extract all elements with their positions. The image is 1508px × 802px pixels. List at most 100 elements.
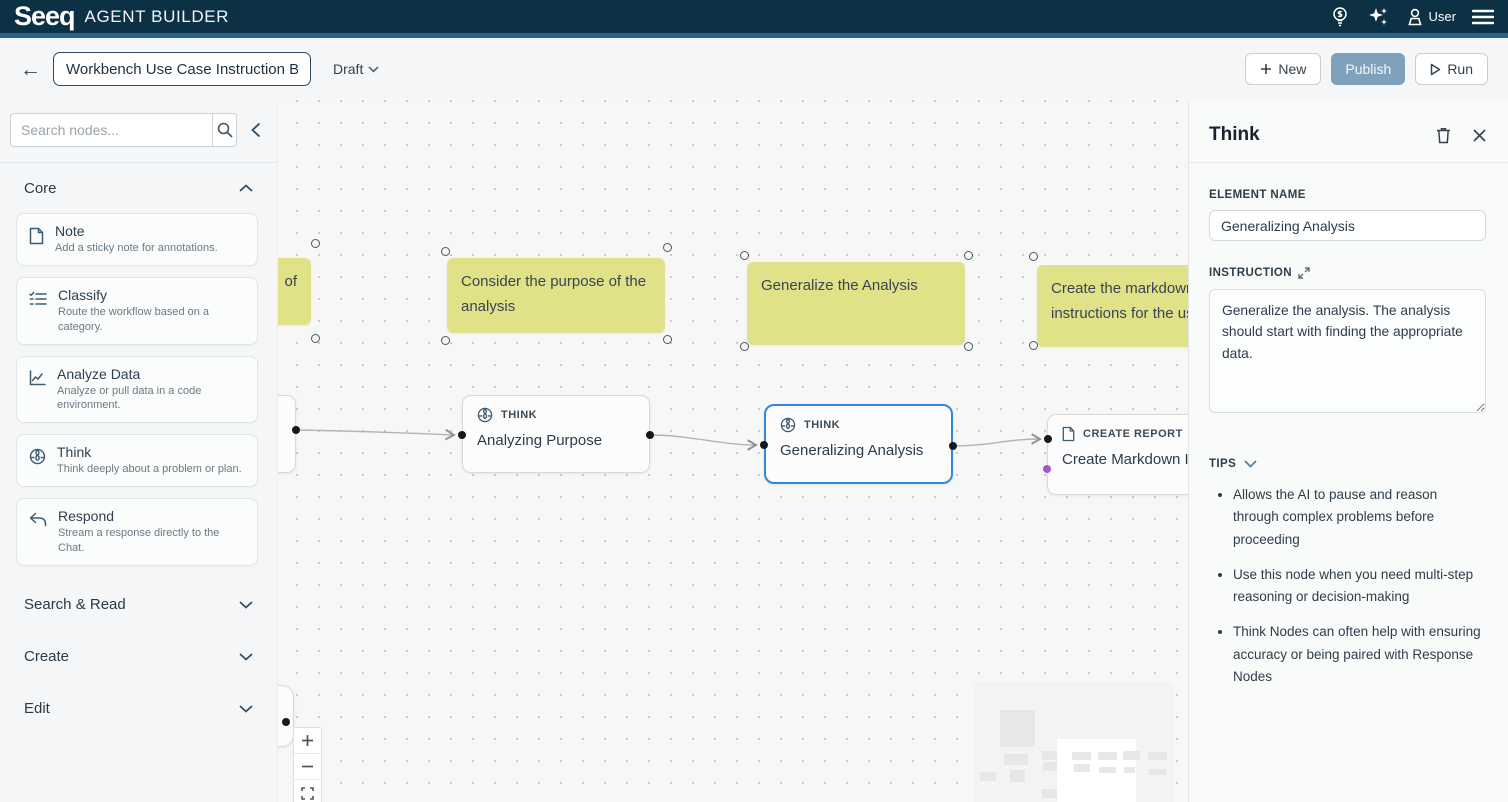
status-dropdown[interactable]: Draft — [333, 61, 379, 77]
close-panel-button[interactable] — [1473, 129, 1486, 142]
sticky-note-consider-purpose[interactable]: Consider the purpose of the analysis — [447, 258, 665, 333]
think-brain-icon — [29, 448, 46, 465]
edge-1 — [296, 430, 454, 435]
flow-node-partial[interactable] — [277, 395, 296, 473]
section-edit[interactable]: Edit — [0, 696, 277, 722]
workflow-name-input[interactable] — [53, 52, 311, 86]
flow-node-analyzing-purpose[interactable]: THINK Analyzing Purpose — [462, 395, 650, 473]
note-resize-handle[interactable] — [441, 247, 450, 256]
section-create[interactable]: Create — [0, 644, 277, 670]
workflow-canvas[interactable]: of Consider the purpose of the analysis … — [277, 100, 1188, 802]
user-label: User — [1429, 9, 1456, 24]
chevron-down-icon — [239, 601, 253, 609]
panel-title: Think — [1209, 124, 1260, 146]
fit-view-button[interactable] — [294, 780, 321, 802]
edge-3 — [953, 439, 1040, 446]
palette-item-note[interactable]: Note Add a sticky note for annotations. — [16, 213, 258, 266]
publish-button[interactable]: Publish — [1331, 53, 1405, 85]
input-port[interactable] — [458, 431, 466, 439]
tips-toggle[interactable]: TIPS — [1209, 458, 1486, 470]
minus-icon — [301, 760, 314, 773]
note-resize-handle[interactable] — [663, 243, 672, 252]
new-button[interactable]: New — [1245, 53, 1321, 85]
section-search-and-read[interactable]: Search & Read — [0, 592, 277, 618]
user-menu[interactable]: User — [1406, 7, 1456, 27]
think-brain-icon — [477, 407, 493, 423]
palette-item-respond[interactable]: Respond Stream a response directly to th… — [16, 498, 258, 566]
output-port[interactable] — [282, 718, 290, 726]
note-resize-handle[interactable] — [1029, 252, 1038, 261]
minimap[interactable] — [973, 682, 1173, 802]
node-properties-panel: Think ELEMENT NAME INSTRUCTION — [1188, 100, 1508, 802]
section-core[interactable]: Core — [0, 175, 277, 201]
note-resize-handle[interactable] — [740, 251, 749, 260]
trash-icon — [1436, 127, 1451, 144]
element-name-label: ELEMENT NAME — [1209, 189, 1486, 201]
instruction-textarea[interactable]: Generalize the analysis. The analysis sh… — [1209, 289, 1486, 413]
element-name-input[interactable] — [1209, 210, 1486, 241]
delete-node-button[interactable] — [1436, 127, 1451, 144]
instruction-label: INSTRUCTION — [1209, 267, 1486, 279]
classify-icon — [29, 291, 47, 307]
node-type-label: CREATE REPORT — [1083, 428, 1183, 440]
sparkles-icon[interactable] — [1366, 5, 1390, 29]
palette-item-analyze-data[interactable]: Analyze Data Analyze or pull data in a c… — [16, 356, 258, 424]
search-button[interactable] — [212, 113, 237, 147]
toolbar: ← Draft New Publish Run — [0, 38, 1508, 100]
search-icon — [217, 122, 233, 138]
sticky-note-create-markdown[interactable]: Create the markdown instructions for the… — [1037, 265, 1188, 347]
note-resize-handle[interactable] — [740, 342, 749, 351]
plus-icon — [301, 734, 314, 747]
tip-item: Use this node when you need multi-step r… — [1233, 564, 1486, 609]
sticky-note-partial[interactable]: of — [277, 258, 311, 325]
input-port[interactable] — [760, 441, 768, 449]
divider — [1189, 162, 1508, 163]
chevron-down-icon — [368, 66, 379, 73]
node-palette-sidebar: Core Note Add a sticky note for annotati… — [0, 100, 277, 802]
output-port[interactable] — [646, 431, 654, 439]
flow-node-partial-bottom[interactable] — [277, 685, 294, 747]
note-resize-handle[interactable] — [964, 251, 973, 260]
output-port[interactable] — [949, 442, 957, 450]
respond-reply-icon — [29, 512, 47, 527]
input-port-purple[interactable] — [1043, 465, 1051, 473]
input-port[interactable] — [1044, 435, 1052, 443]
tip-item: Allows the AI to pause and reason throug… — [1233, 484, 1486, 551]
user-icon — [1406, 7, 1424, 27]
divider — [0, 162, 277, 163]
collapse-sidebar-button[interactable] — [251, 122, 261, 138]
lightbulb-dollar-icon[interactable] — [1330, 6, 1350, 28]
page-title: AGENT BUILDER — [85, 7, 229, 27]
run-button[interactable]: Run — [1415, 53, 1488, 85]
node-title: Generalizing Analysis — [780, 442, 937, 459]
note-resize-handle[interactable] — [663, 335, 672, 344]
flow-node-create-report[interactable]: CREATE REPORT Create Markdown Ins — [1047, 414, 1188, 495]
zoom-in-button[interactable] — [294, 728, 321, 754]
fit-view-icon — [301, 787, 314, 800]
think-brain-icon — [780, 417, 796, 433]
seeq-logo: Seeq — [14, 1, 75, 32]
node-title: Create Markdown Ins — [1062, 451, 1188, 468]
note-icon — [29, 227, 44, 245]
expand-icon[interactable] — [1298, 267, 1310, 279]
note-resize-handle[interactable] — [1029, 341, 1038, 350]
note-resize-handle[interactable] — [311, 239, 320, 248]
palette-item-think[interactable]: Think Think deeply about a problem or pl… — [16, 434, 258, 487]
note-resize-handle[interactable] — [311, 334, 320, 343]
note-resize-handle[interactable] — [964, 342, 973, 351]
zoom-controls — [293, 727, 322, 802]
flow-node-generalizing-analysis[interactable]: THINK Generalizing Analysis — [764, 404, 953, 484]
output-port[interactable] — [292, 426, 300, 434]
note-resize-handle[interactable] — [441, 336, 450, 345]
edge-2 — [650, 435, 756, 445]
hamburger-menu-icon[interactable] — [1472, 9, 1494, 25]
back-button[interactable]: ← — [20, 59, 41, 80]
app-header: Seeq AGENT BUILDER User — [0, 0, 1508, 33]
play-icon — [1430, 63, 1441, 76]
zoom-out-button[interactable] — [294, 754, 321, 780]
node-title: Analyzing Purpose — [477, 432, 635, 449]
palette-item-classify[interactable]: Classify Route the workflow based on a c… — [16, 277, 258, 345]
chevron-up-icon — [239, 184, 253, 192]
sticky-note-generalize[interactable]: Generalize the Analysis — [747, 262, 965, 345]
search-input[interactable] — [10, 113, 212, 147]
